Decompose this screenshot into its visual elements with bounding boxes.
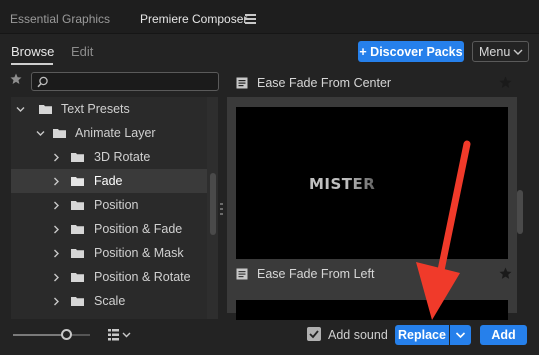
view-mode-toggle[interactable] [108,328,136,342]
checkmark-icon [309,330,319,339]
preset-title: Ease Fade From Left [257,267,375,281]
panel-tab-bar: Essential Graphics Premiere Composer [0,0,539,34]
tree-item-fade[interactable]: Fade [11,169,207,193]
tree-item-position-mask[interactable]: Position & Mask [11,241,207,265]
tab-edit[interactable]: Edit [71,44,93,59]
chevron-right-icon[interactable] [52,225,61,234]
discover-packs-button[interactable]: + Discover Packs [358,41,464,62]
folder-icon [39,105,52,114]
replace-button[interactable]: Replace [395,325,449,345]
favorite-star-icon[interactable] [499,76,512,89]
tab-premiere-composer[interactable]: Premiere Composer [140,12,247,26]
text-preset-icon [236,77,248,89]
preset-preview-thumbnail[interactable]: MISTER [236,107,508,259]
tree-item-label: Position & Fade [94,222,183,236]
text-preset-icon [236,268,248,280]
tree-item-label: Scale [94,294,126,308]
chevron-right-icon[interactable] [52,153,61,162]
chevron-down-icon[interactable] [36,129,45,138]
thumbnail-size-slider-remaining[interactable] [72,334,90,336]
tree-item-position-fade[interactable]: Position & Fade [11,217,207,241]
next-preset-preview-thumbnail[interactable] [236,300,508,320]
preset-list: Ease Fade From Center MISTER Ease Fade F… [227,70,517,320]
tree-item-text-presets[interactable]: Text Presets [11,97,207,121]
chevron-down-icon[interactable] [16,105,25,114]
tree-item-position[interactable]: Position [11,193,207,217]
tree-item-label: Animate Layer [75,126,156,140]
tree-item-3d-rotate[interactable]: 3D Rotate [11,145,207,169]
folder-icon [71,177,84,186]
add-button[interactable]: Add [480,325,527,345]
folder-icon [71,273,84,282]
menu-label: Menu [479,44,511,59]
tree-item-label: Fade [94,174,123,188]
add-sound-label: Add sound [328,328,388,342]
preset-list-scrollbar-thumb[interactable] [517,190,523,234]
tree-item-scale[interactable]: Scale [11,289,207,313]
preset-tree: Text Presets Animate Layer 3D Rotate Fad… [11,97,218,319]
folder-icon [71,225,84,234]
tree-item-label: Text Presets [61,102,130,116]
panel-menu-icon[interactable] [245,14,256,24]
chevron-down-icon [513,49,523,55]
panel-splitter-handle[interactable] [220,203,223,215]
add-sound-checkbox[interactable] [307,327,321,341]
tree-item-label: Position & Rotate [94,270,191,284]
preview-fade-overlay [346,167,406,207]
chevron-down-icon [122,332,131,338]
replace-options-dropdown[interactable] [450,325,471,345]
tree-item-position-rotate[interactable]: Position & Rotate [11,265,207,289]
preset-title: Ease Fade From Center [257,76,392,90]
thumbnail-size-slider-track[interactable] [13,334,65,336]
favorite-star-icon[interactable] [499,267,512,280]
folder-icon [71,153,84,162]
chevron-right-icon[interactable] [52,201,61,210]
tree-item-label: Position [94,198,139,212]
search-icon [37,76,48,88]
thumbnail-size-slider-handle[interactable] [61,329,72,340]
list-view-icon [108,329,119,341]
folder-icon [71,249,84,258]
folder-icon [53,129,66,138]
preset-item-ease-fade-from-center[interactable]: Ease Fade From Center [227,70,517,96]
tab-essential-graphics[interactable]: Essential Graphics [10,12,110,26]
menu-dropdown[interactable]: Menu [472,41,529,62]
folder-icon [71,201,84,210]
tree-item-label: 3D Rotate [94,150,151,164]
chevron-right-icon[interactable] [52,273,61,282]
folder-icon [71,297,84,306]
preset-item-ease-fade-from-left[interactable]: Ease Fade From Left [227,261,517,287]
chevron-right-icon[interactable] [52,177,61,186]
preset-card-ease-fade-from-left[interactable]: MISTER Ease Fade From Left [227,97,517,313]
chevron-down-icon [455,332,466,339]
active-subtab-indicator [11,63,53,65]
tab-browse[interactable]: Browse [11,44,54,59]
tree-item-animate-layer[interactable]: Animate Layer [11,121,207,145]
chevron-right-icon[interactable] [52,249,61,258]
chevron-right-icon[interactable] [52,297,61,306]
favorites-star-icon[interactable] [10,73,22,85]
search-input[interactable] [31,72,219,91]
tree-scrollbar-thumb[interactable] [210,173,216,235]
tree-item-label: Position & Mask [94,246,184,260]
